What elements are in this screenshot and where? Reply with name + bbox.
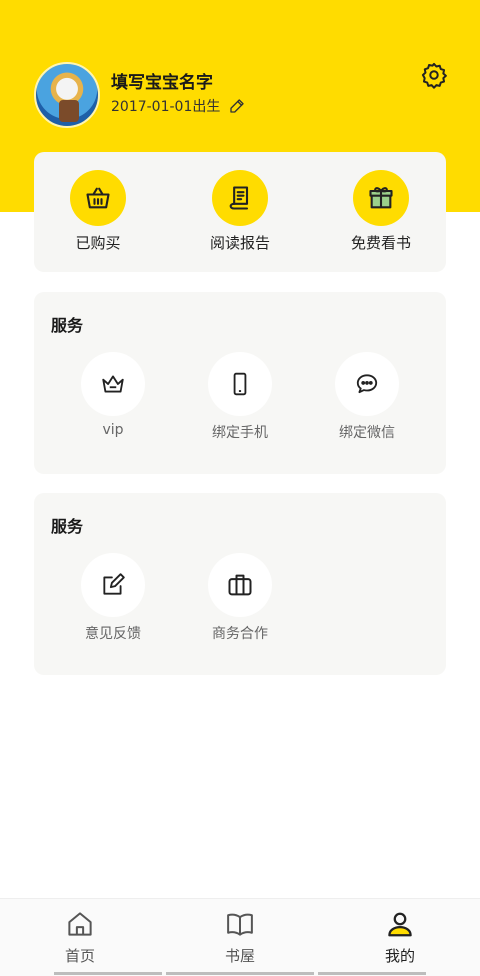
birth-date: 2017-01-01出生 [111,99,221,115]
birth-date-row[interactable]: 2017-01-01出生 [111,96,246,116]
business-cooperation-button[interactable]: 商务合作 [190,553,290,643]
edit-pencil-icon[interactable] [228,97,246,115]
bind-wechat-label: 绑定微信 [339,425,395,441]
quick-actions-card: 已购买 阅读报告 免费看书 [34,152,446,272]
free-reading-icon-circle [353,170,409,226]
tab-bookhouse-label: 书屋 [224,947,255,965]
services-title: 服务 [51,316,84,335]
book-icon [227,913,253,936]
services-title-2: 服务 [51,517,84,536]
purchased-button[interactable]: 已购买 [38,170,158,253]
services-card: 服务 vip 绑定手机 绑定微信 [34,292,446,474]
purchased-label: 已购买 [75,234,121,252]
home-icon [68,912,92,936]
feedback-label: 意见反馈 [85,626,141,642]
vip-label: vip [102,422,124,438]
avatar[interactable] [34,62,100,128]
purchased-icon-circle [70,170,126,226]
gift-icon [369,187,393,209]
business-cooperation-icon-circle [208,553,272,617]
bind-wechat-icon-circle [335,352,399,416]
phone-icon [233,372,247,396]
tab-divider [54,972,162,975]
business-cooperation-label: 商务合作 [212,626,268,642]
basket-icon [86,187,110,209]
bind-phone-label: 绑定手机 [212,425,268,441]
briefcase-icon [228,574,252,596]
crown-icon [102,375,124,393]
bind-phone-button[interactable]: 绑定手机 [190,352,290,442]
bottom-tab-bar: 首页 书屋 我的 [0,898,480,976]
tab-divider [318,972,426,975]
report-icon [229,186,249,210]
wechat-icon [356,374,378,394]
bind-phone-icon-circle [208,352,272,416]
vip-icon-circle [81,352,145,416]
reading-report-button[interactable]: 阅读报告 [180,170,300,253]
feedback-button[interactable]: 意见反馈 [63,553,163,643]
user-icon [388,912,412,937]
baby-name[interactable]: 填写宝宝名字 [111,68,213,93]
services-card-2: 服务 意见反馈 商务合作 [34,493,446,675]
tab-bookhouse[interactable]: 书屋 [180,909,300,966]
reading-report-icon-circle [212,170,268,226]
tab-mine[interactable]: 我的 [340,909,460,966]
tab-home[interactable]: 首页 [20,909,140,966]
bind-wechat-button[interactable]: 绑定微信 [317,352,417,442]
free-reading-button[interactable]: 免费看书 [321,170,441,253]
feedback-icon-circle [81,553,145,617]
settings-gear-icon[interactable] [420,61,448,89]
tab-home-label: 首页 [64,947,95,965]
vip-button[interactable]: vip [63,352,163,438]
free-reading-label: 免费看书 [350,234,411,252]
reading-report-label: 阅读报告 [209,234,270,252]
feedback-edit-icon [103,573,125,595]
tab-mine-label: 我的 [384,947,415,965]
tab-divider [166,972,314,975]
